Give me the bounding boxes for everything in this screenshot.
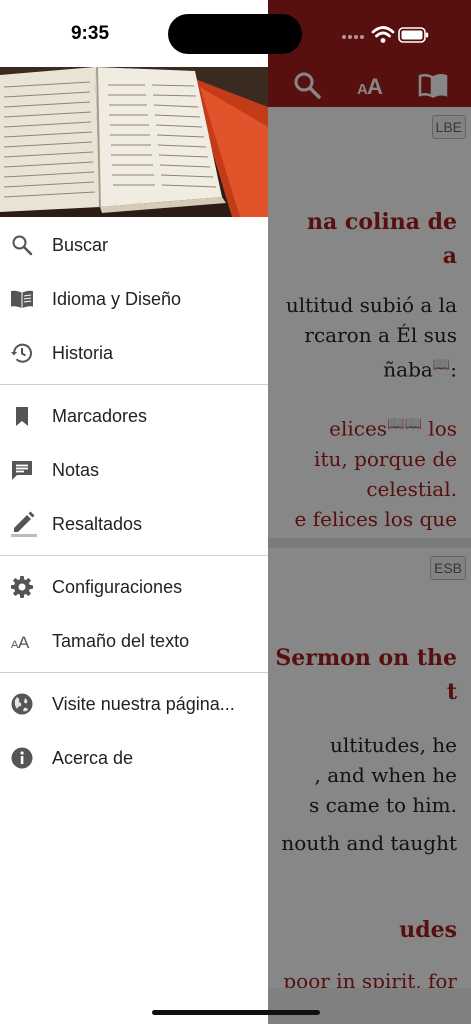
text-size-icon: AA [0,614,52,668]
menu-divider [0,384,268,385]
menu-item-label: Marcadores [52,405,148,426]
menu-item-label: Visite nuestra página... [52,693,235,714]
menu-group-settings: Configuraciones AA Tamaño del texto [0,560,268,673]
menu-item-label: Acerca de [52,747,134,768]
menu-item-acerca-de[interactable]: Acerca de [0,731,268,785]
cellular-icon [342,35,364,39]
gear-icon [0,560,52,614]
menu-divider [0,555,268,556]
open-bible-image [0,67,268,217]
history-icon [0,326,52,380]
menu-item-label: Idioma y Diseño [52,288,182,309]
navigation-drawer: Buscar Idioma y Diseño Historia Marcador… [0,0,268,1024]
status-icons [342,26,429,43]
battery-icon [398,27,429,43]
menu-item-label: Tamaño del texto [52,630,190,651]
globe-icon [0,677,52,731]
menu-item-notas[interactable]: Notas [0,443,268,497]
home-indicator[interactable] [152,1010,320,1015]
menu-item-buscar[interactable]: Buscar [0,218,268,272]
menu-item-historia[interactable]: Historia [0,326,268,380]
menu-group-about: Visite nuestra página... Acerca de [0,677,268,785]
pencil-highlight-icon [0,497,52,551]
menu-item-tamano-texto[interactable]: AA Tamaño del texto [0,614,268,668]
menu-group-navigation: Buscar Idioma y Diseño Historia [0,218,268,385]
svg-text:A: A [18,633,30,652]
menu-item-marcadores[interactable]: Marcadores [0,389,268,443]
menu-item-label: Resaltados [52,513,143,534]
menu-group-annotations: Marcadores Notas Resaltados [0,389,268,556]
menu-divider [0,672,268,673]
menu-item-resaltados[interactable]: Resaltados [0,497,268,551]
menu-item-label: Buscar [52,234,109,255]
menu-item-label: Notas [52,459,100,480]
bookmark-icon [0,389,52,443]
dynamic-island [168,14,302,54]
notes-icon [0,443,52,497]
search-icon [0,218,52,272]
info-icon [0,731,52,785]
book-open-icon [0,272,52,326]
wifi-icon [371,26,395,43]
menu-item-idioma-diseno[interactable]: Idioma y Diseño [0,272,268,326]
menu-item-configuraciones[interactable]: Configuraciones [0,560,268,614]
menu-item-visite-pagina[interactable]: Visite nuestra página... [0,677,268,731]
menu-item-label: Historia [52,342,114,363]
status-time: 9:35 [70,23,110,44]
menu-item-label: Configuraciones [52,576,183,597]
